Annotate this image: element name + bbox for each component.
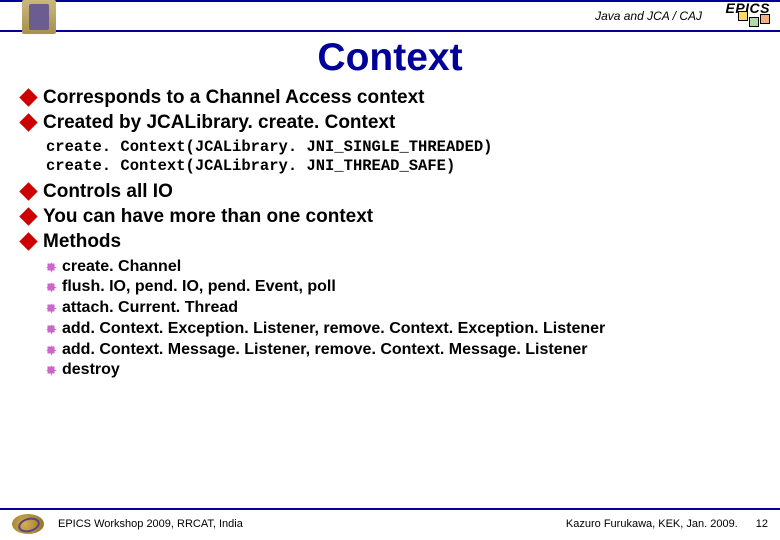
bullet-text: destroy bbox=[62, 360, 120, 381]
bullet-level1: Created by JCALibrary. create. Context bbox=[22, 111, 762, 135]
diamond-bullet-icon bbox=[19, 232, 37, 250]
bullet-level2: create. Channel bbox=[46, 257, 762, 278]
four-point-bullet-icon bbox=[46, 282, 56, 292]
header-subtitle: Java and JCA / CAJ bbox=[595, 9, 702, 23]
code-line: create. Context(JCALibrary. JNI_SINGLE_T… bbox=[46, 138, 762, 157]
code-block: create. Context(JCALibrary. JNI_SINGLE_T… bbox=[46, 138, 762, 177]
epics-badge: EPICS bbox=[725, 0, 770, 27]
bullet-level2-group: create. Channel flush. IO, pend. IO, pen… bbox=[46, 257, 762, 382]
footer-logo-icon bbox=[12, 514, 44, 534]
diamond-bullet-icon bbox=[19, 183, 37, 201]
bullet-level2: attach. Current. Thread bbox=[46, 298, 762, 319]
four-point-bullet-icon bbox=[46, 365, 56, 375]
bullet-level1: You can have more than one context bbox=[22, 205, 762, 229]
footer-left-text: EPICS Workshop 2009, RRCAT, India bbox=[58, 518, 243, 530]
four-point-bullet-icon bbox=[46, 345, 56, 355]
bullet-text: attach. Current. Thread bbox=[62, 298, 238, 319]
bullet-level2: destroy bbox=[46, 360, 762, 381]
bullet-text: Methods bbox=[43, 230, 121, 254]
bullet-level2: add. Context. Exception. Listener, remov… bbox=[46, 319, 762, 340]
bullet-text: create. Channel bbox=[62, 257, 181, 278]
bullet-text: Controls all IO bbox=[43, 180, 173, 204]
slide-content: Corresponds to a Channel Access context … bbox=[0, 86, 780, 381]
diamond-bullet-icon bbox=[19, 113, 37, 131]
diamond-bullet-icon bbox=[19, 207, 37, 225]
bullet-level1: Corresponds to a Channel Access context bbox=[22, 86, 762, 110]
epics-color-boxes-icon bbox=[725, 17, 770, 27]
bullet-text: You can have more than one context bbox=[43, 205, 373, 229]
slide-footer: EPICS Workshop 2009, RRCAT, India Kazuro… bbox=[0, 508, 780, 534]
bullet-level2: flush. IO, pend. IO, pend. Event, poll bbox=[46, 277, 762, 298]
header-emblem-icon bbox=[22, 0, 56, 34]
bullet-text: Corresponds to a Channel Access context bbox=[43, 86, 425, 110]
bullet-level1: Controls all IO bbox=[22, 180, 762, 204]
bullet-level2: add. Context. Message. Listener, remove.… bbox=[46, 340, 762, 361]
four-point-bullet-icon bbox=[46, 262, 56, 272]
four-point-bullet-icon bbox=[46, 303, 56, 313]
four-point-bullet-icon bbox=[46, 324, 56, 334]
bullet-text: add. Context. Exception. Listener, remov… bbox=[62, 319, 605, 340]
bullet-text: Created by JCALibrary. create. Context bbox=[43, 111, 395, 135]
bullet-level1: Methods bbox=[22, 230, 762, 254]
slide-title: Context bbox=[0, 36, 780, 80]
bullet-text: flush. IO, pend. IO, pend. Event, poll bbox=[62, 277, 336, 298]
bullet-text: add. Context. Message. Listener, remove.… bbox=[62, 340, 588, 361]
page-number: 12 bbox=[756, 518, 768, 530]
diamond-bullet-icon bbox=[19, 88, 37, 106]
code-line: create. Context(JCALibrary. JNI_THREAD_S… bbox=[46, 157, 762, 176]
slide-header: Java and JCA / CAJ bbox=[0, 0, 780, 32]
footer-right-text: Kazuro Furukawa, KEK, Jan. 2009. bbox=[566, 518, 738, 530]
